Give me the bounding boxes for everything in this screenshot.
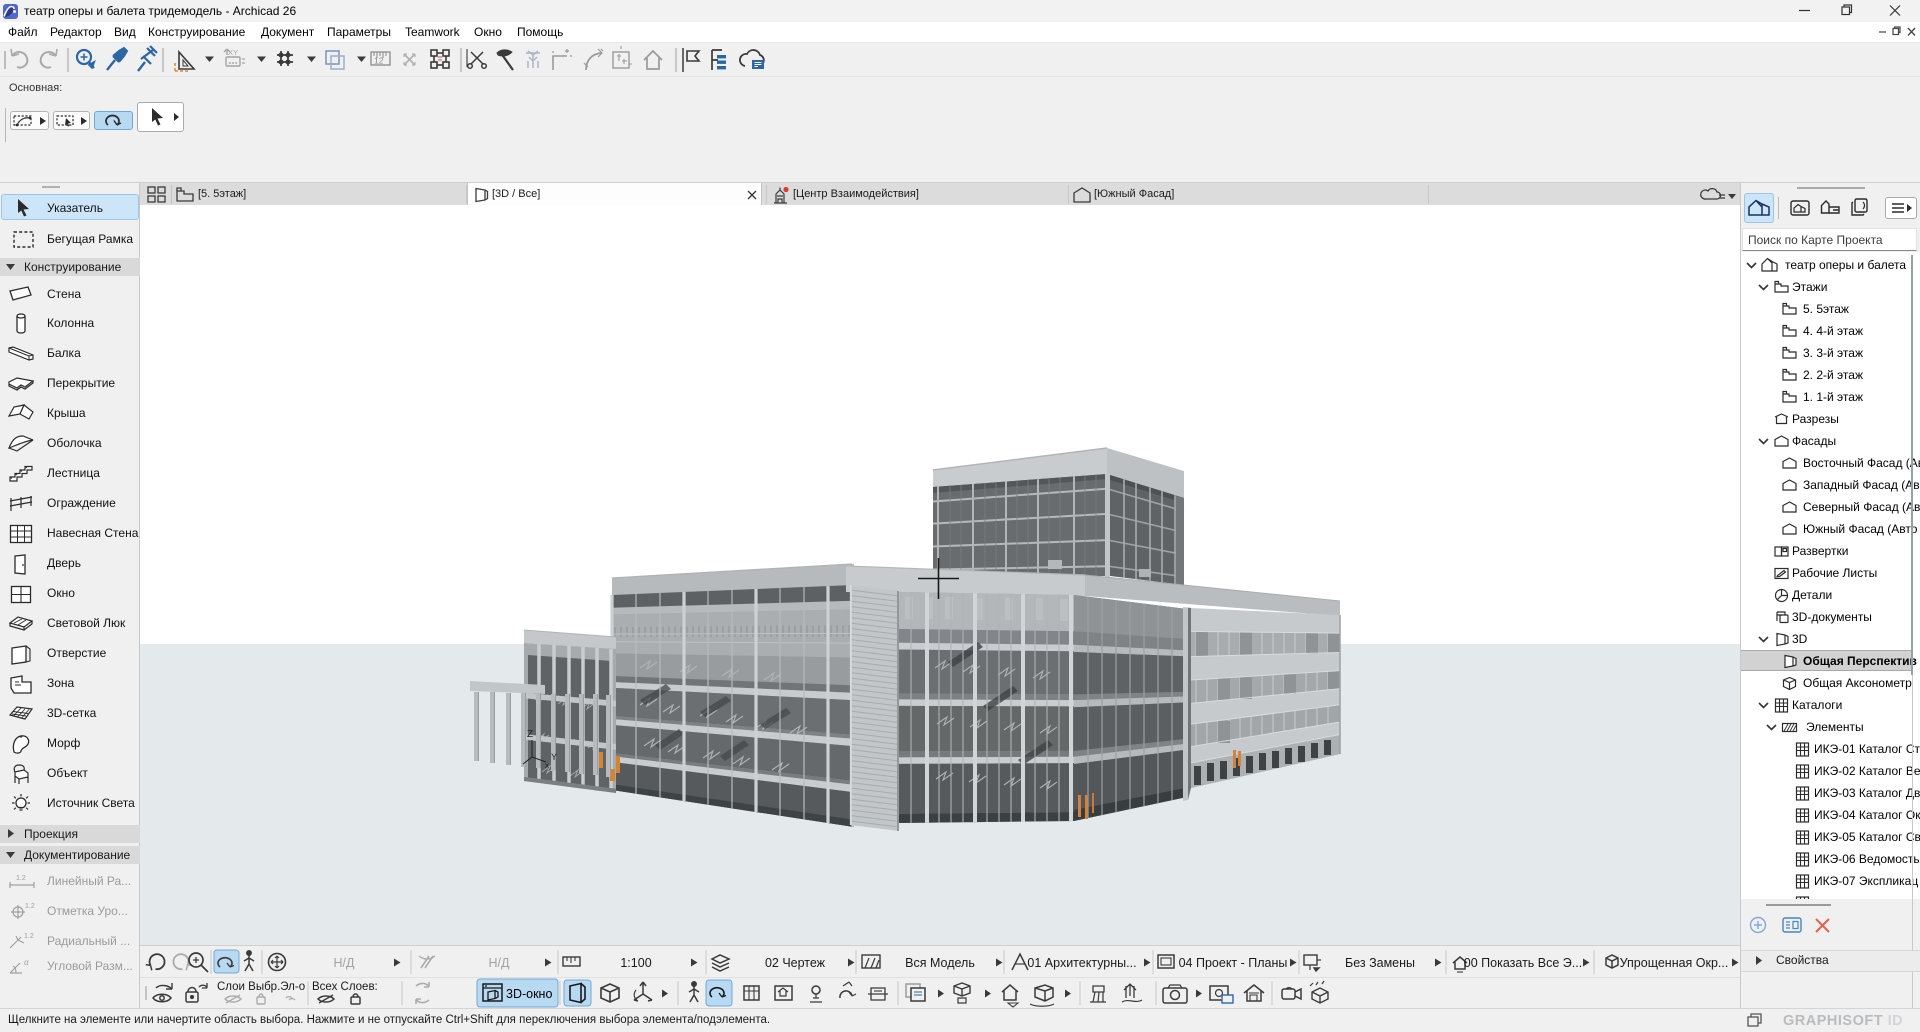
svg-text:Вся Модель: Вся Модель: [905, 956, 975, 970]
svg-text:01 Архитектурны...: 01 Архитектурны...: [1027, 956, 1136, 970]
svg-text:1.2: 1.2: [16, 875, 26, 882]
svg-text:02 Чертеж: 02 Чертеж: [765, 956, 826, 970]
svg-text:α: α: [24, 958, 29, 967]
svg-text:Y: Y: [551, 752, 557, 762]
svg-text:Упрощенная Окр...: Упрощенная Окр...: [1620, 956, 1729, 970]
svg-text:Н/Д: Н/Д: [334, 956, 356, 970]
svg-text:1:100: 1:100: [620, 956, 651, 970]
svg-text:1.2: 1.2: [24, 933, 34, 940]
svg-text:Z: Z: [527, 729, 533, 740]
svg-text:Слои Выбр.Эл-о: Слои Выбр.Эл-о: [217, 981, 305, 993]
svg-text:04 Проект - Планы: 04 Проект - Планы: [1179, 956, 1288, 970]
svg-text:12: 12: [374, 56, 384, 66]
svg-text:3D-окно: 3D-окно: [506, 987, 552, 1001]
svg-text:1.2: 1.2: [25, 903, 35, 910]
svg-text:Н/Д: Н/Д: [489, 956, 511, 970]
svg-text:Всех Слоев:: Всех Слоев:: [312, 981, 378, 993]
svg-text:00 Показать Все Э...: 00 Показать Все Э...: [1464, 956, 1582, 970]
svg-text:Без Замены: Без Замены: [1345, 956, 1415, 970]
svg-text:XY: XY: [228, 48, 238, 57]
